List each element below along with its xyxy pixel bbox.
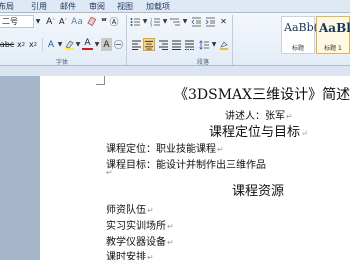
char-shading-icon[interactable]: A [101,38,112,51]
ruler [0,66,350,76]
style-heading-1[interactable]: AaBl 标题 1 [316,16,350,54]
bullets-icon[interactable] [129,15,141,28]
divider [42,38,43,51]
align-center-icon[interactable] [143,38,155,51]
char-border-icon[interactable]: ㊀ [113,38,124,51]
style-sample: AaBb( [284,21,318,34]
list-item: 课时安排↵ [106,252,154,260]
tab-review[interactable]: 审阅 [89,1,105,12]
svg-text:3: 3 [150,23,152,27]
style-sample: AaBl [319,21,350,35]
increase-indent-icon[interactable] [204,15,216,28]
distributed-icon[interactable] [183,38,195,51]
document-page[interactable]: 《3DSMAX三维设计》简述 讲述人：张军↵ 课程定位与目标↵ 课程定位：职业技… [40,76,350,260]
divider [232,15,233,65]
paragraph-group-label: 段落 [197,59,210,66]
position-line: 课程定位：职业技能课程↵ [106,144,224,155]
chevron-down-icon[interactable]: ▼ [74,38,82,51]
shrink-font-icon[interactable]: Aˇ [57,15,69,28]
justify-icon[interactable] [170,38,182,51]
enclose-char-icon[interactable]: Ⓐ [108,15,120,28]
list-item: 教学仪器设备↵ [106,237,174,248]
clear-formatting-icon[interactable] [86,15,98,28]
heading-goal: 课程定位与目标↵ [209,125,308,140]
strikethrough-icon[interactable]: abc [0,38,14,51]
divider [126,15,127,65]
grow-font-icon[interactable]: Aˆ [44,15,57,28]
chevron-down-icon[interactable]: ▼ [161,15,169,28]
doc-author: 讲述人：张军↵ [225,111,293,122]
align-right-icon[interactable] [157,38,169,51]
tab-layout[interactable]: 布局 [0,1,14,12]
tab-view[interactable]: 视图 [117,1,133,12]
chevron-down-icon[interactable]: ▼ [210,38,218,51]
tab-references[interactable]: 引用 [31,1,47,12]
change-case-icon[interactable]: Aa [71,15,83,28]
superscript-icon[interactable]: x2 [28,38,38,51]
heading-resources: 课程资源 [232,184,285,199]
subscript-icon[interactable]: x2 [16,38,26,51]
crop-mark [104,76,105,84]
list-item: 实习实训场所↵ [106,221,174,232]
shading-icon[interactable] [218,38,229,51]
decrease-indent-icon[interactable] [190,15,202,28]
font-size-dropdown[interactable]: 二号 [0,15,34,28]
ribbon-tab-bar: 布局 引用 邮件 审阅 视图 加载项 [0,0,350,13]
doc-title: 《3DSMAX三维设计》简述 [174,87,350,103]
chevron-down-icon[interactable]: ▼ [93,38,101,51]
numbering-icon[interactable]: 123 [149,15,161,28]
empty-paragraph: ↵ [106,168,113,177]
chevron-down-icon[interactable]: ▼ [181,15,189,28]
style-name: 标题 1 [324,45,342,52]
tab-addins[interactable]: 加载项 [146,1,170,12]
style-title[interactable]: AaBb( 标题 [281,16,318,54]
style-name: 标题 [291,45,304,52]
chevron-down-icon[interactable]: ▼ [34,15,42,28]
line-spacing-icon[interactable] [198,38,210,51]
tab-mailings[interactable]: 邮件 [60,1,76,12]
crop-mark [96,84,105,85]
font-color-icon[interactable]: A [82,38,93,50]
chevron-down-icon[interactable]: ▼ [141,15,149,28]
ribbon: 二号 ▼ Aˆ Aˇ Aa ʷ Ⓐ abc x2 x2 A ▼ ▼ A ▼ A … [0,13,350,66]
chinese-layout-icon[interactable]: ✕ [218,15,229,28]
list-item: 师资队伍↵ [106,205,154,216]
font-group-label: 字体 [56,59,69,66]
multilevel-list-icon[interactable] [169,15,181,28]
goal-line: 课程目标：能设计并制作出三维作品 [106,160,266,171]
align-left-icon[interactable] [130,38,142,51]
